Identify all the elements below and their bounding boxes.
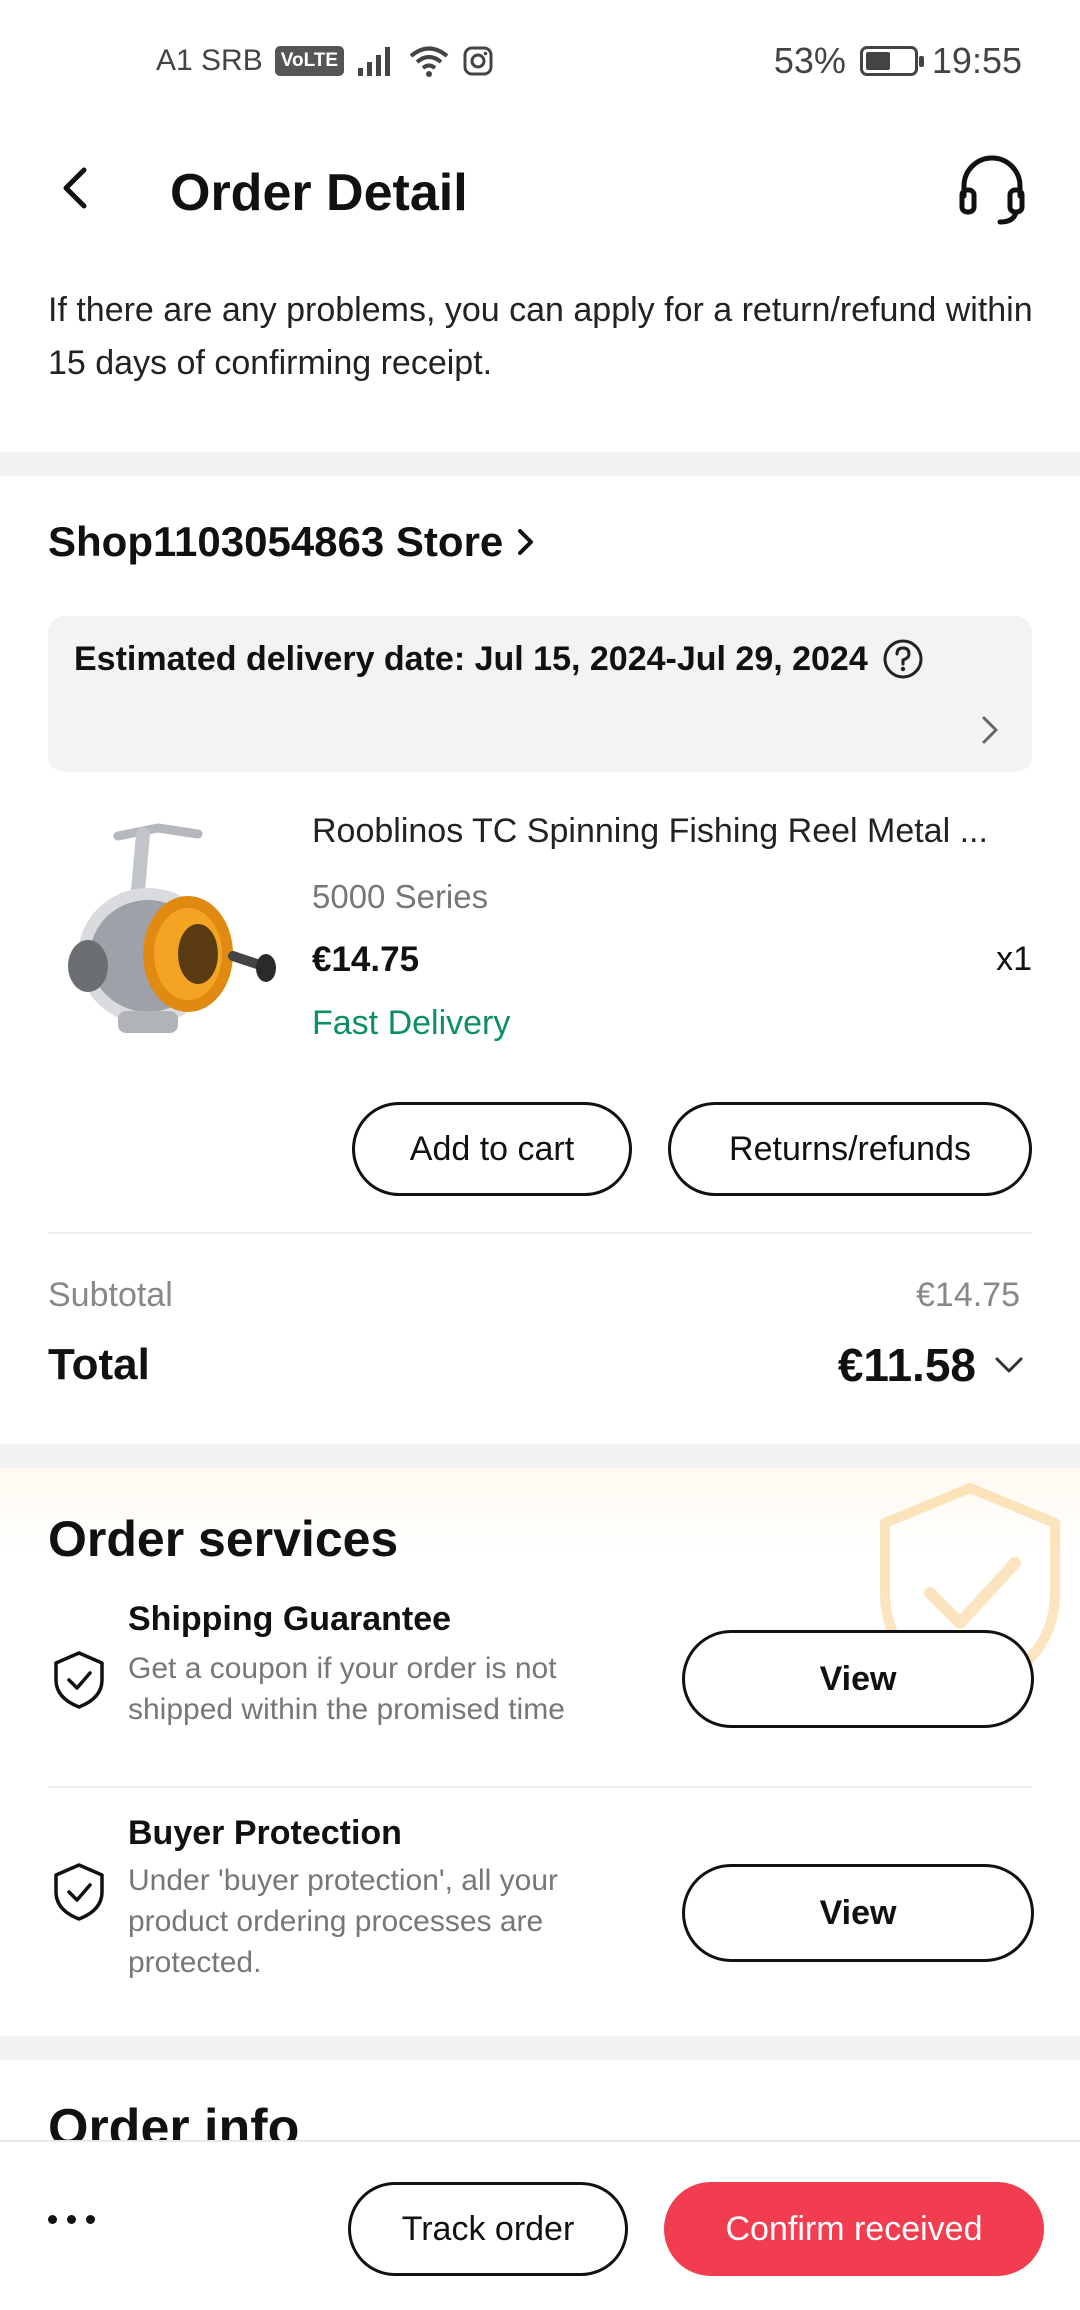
help-icon[interactable] xyxy=(882,638,924,680)
bottom-action-bar: Track order Confirm received xyxy=(0,2140,1080,2310)
buyer-protection-description: Under 'buyer protection', all your produ… xyxy=(128,1864,559,1979)
estimated-delivery-text: Estimated delivery date: Jul 15, 2024-Ju… xyxy=(74,639,868,678)
subtotal-value: €14.75 xyxy=(916,1276,1020,1314)
volte-badge: VoLTE xyxy=(274,46,345,76)
product-price: €14.75 xyxy=(312,940,420,979)
order-services-title: Order services xyxy=(48,1511,399,1567)
headset-icon xyxy=(959,155,1025,225)
total-label: Total xyxy=(48,1340,150,1389)
shipping-guarantee-view-button[interactable]: View xyxy=(682,1630,1034,1728)
more-dot-icon xyxy=(48,2214,57,2224)
shop-name: Shop1103054863 Store xyxy=(48,518,504,565)
battery-icon xyxy=(859,46,924,76)
chevron-down-icon xyxy=(995,1357,1023,1373)
divider xyxy=(48,1232,1032,1234)
section-divider xyxy=(0,2036,1080,2060)
product-title[interactable]: Rooblinos TC Spinning Fishing Reel Metal… xyxy=(312,812,1032,851)
back-button[interactable] xyxy=(56,158,116,228)
add-to-cart-button[interactable]: Add to cart xyxy=(352,1102,632,1196)
shipping-guarantee-description: Get a coupon if your order is not shippe… xyxy=(128,1652,565,1726)
shipping-guarantee-title: Shipping Guarantee xyxy=(128,1600,452,1638)
more-options-button[interactable] xyxy=(48,2194,108,2244)
product-image[interactable] xyxy=(48,816,288,1056)
page-title: Order Detail xyxy=(170,164,468,222)
chevron-left-icon xyxy=(63,167,87,209)
estimated-delivery-box[interactable]: Estimated delivery date: Jul 15, 2024-Ju… xyxy=(48,616,1032,772)
chevron-right-icon xyxy=(518,529,534,555)
confirm-received-button[interactable]: Confirm received xyxy=(664,2182,1044,2276)
subtotal-label: Subtotal xyxy=(48,1276,173,1314)
section-divider xyxy=(0,1444,1080,1468)
order-info-title: Order info xyxy=(48,2099,300,2140)
battery-percent: 53% xyxy=(773,40,846,81)
order-detail-content[interactable]: If there are any problems, you can apply… xyxy=(0,260,1080,2140)
buyer-protection-title: Buyer Protection xyxy=(128,1814,402,1852)
chevron-right-icon xyxy=(982,716,998,744)
shield-check-icon xyxy=(54,1863,104,1921)
wifi-icon xyxy=(409,46,449,77)
status-right: 53% 19:55 xyxy=(774,40,1022,82)
more-dot-icon xyxy=(67,2214,76,2224)
status-left: A1 SRB VoLTE xyxy=(156,44,494,78)
returns-refunds-button[interactable]: Returns/refunds xyxy=(668,1102,1032,1196)
shield-check-icon xyxy=(54,1651,104,1709)
clock: 19:55 xyxy=(931,40,1022,81)
estimated-delivery-row: Estimated delivery date: Jul 15, 2024-Ju… xyxy=(74,638,924,680)
buyer-protection-view-button[interactable]: View xyxy=(682,1864,1034,1962)
signal-icon xyxy=(358,47,391,76)
instagram-icon xyxy=(463,46,493,76)
total-value: €11.58 xyxy=(837,1339,976,1391)
refund-notice: If there are any problems, you can apply… xyxy=(48,291,1033,382)
more-dot-icon xyxy=(86,2214,95,2224)
customer-service-button[interactable] xyxy=(952,150,1032,230)
shop-link[interactable]: Shop1103054863 Store xyxy=(48,518,537,566)
track-order-button[interactable]: Track order xyxy=(348,2182,628,2276)
product-quantity: x1 xyxy=(996,940,1032,978)
order-services-section: Order services Shipping Guarantee Get a … xyxy=(0,1468,1080,2036)
total-toggle[interactable]: €11.58 xyxy=(838,1338,1024,1392)
app-header: Order Detail xyxy=(0,128,1080,260)
battery-fill xyxy=(865,52,891,70)
section-divider xyxy=(0,452,1080,476)
status-bar: A1 SRB VoLTE 53% 19:55 xyxy=(0,0,1080,128)
divider xyxy=(48,1786,1032,1788)
product-variant: 5000 Series xyxy=(312,878,489,915)
carrier-label: A1 SRB xyxy=(156,44,263,77)
fast-delivery-tag: Fast Delivery xyxy=(312,1004,511,1042)
